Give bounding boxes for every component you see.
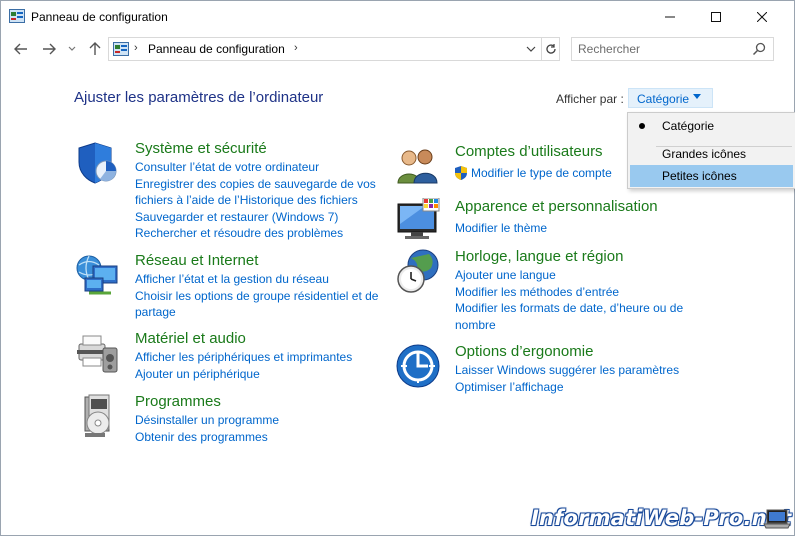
programs-icon[interactable] bbox=[75, 393, 121, 439]
view-by-label: Afficher par : bbox=[556, 92, 624, 106]
search-icon[interactable] bbox=[752, 42, 766, 56]
shield-icon[interactable] bbox=[75, 140, 121, 186]
window-title: Panneau de configuration bbox=[31, 10, 168, 24]
breadcrumb-separator-icon[interactable]: › bbox=[134, 42, 138, 54]
category-link[interactable]: Laisser Windows suggérer les paramètres bbox=[455, 362, 679, 379]
category-link[interactable]: Modifier le type de compte bbox=[471, 166, 612, 180]
category-link[interactable]: Afficher les périphériques et imprimante… bbox=[135, 349, 352, 366]
address-bar[interactable]: › Panneau de configuration › bbox=[108, 37, 560, 61]
category-link[interactable]: Désinstaller un programme bbox=[135, 412, 279, 429]
arrow-right-icon bbox=[43, 43, 56, 55]
category-title[interactable]: Horloge, langue et région bbox=[455, 248, 623, 265]
category-link[interactable]: Enregistrer des copies de sauvegarde de … bbox=[135, 176, 376, 193]
chevron-down-icon bbox=[68, 46, 76, 51]
search-box[interactable] bbox=[571, 37, 774, 61]
category-link[interactable]: Optimiser l’affichage bbox=[455, 379, 679, 396]
maximize-button[interactable] bbox=[693, 1, 739, 32]
menu-item-large-icons[interactable]: Grandes icônes bbox=[630, 143, 793, 165]
category-link-with-shield[interactable]: Modifier le type de compte bbox=[455, 165, 612, 182]
control-panel-icon bbox=[9, 9, 25, 23]
menu-item-small-icons[interactable]: Petites icônes bbox=[630, 165, 793, 187]
chevron-down-icon bbox=[526, 46, 536, 52]
category-title[interactable]: Comptes d’utilisateurs bbox=[455, 143, 603, 160]
users-icon[interactable] bbox=[395, 143, 441, 189]
refresh-button[interactable] bbox=[541, 38, 560, 60]
minimize-icon bbox=[665, 16, 675, 17]
category-title[interactable]: Réseau et Internet bbox=[135, 252, 258, 269]
breadcrumb[interactable]: Panneau de configuration bbox=[148, 42, 285, 56]
category-link[interactable]: Choisir les options de groupe résidentie… bbox=[135, 288, 378, 305]
view-by-menu: Catégorie Grandes icônes Petites icônes bbox=[627, 112, 795, 189]
category-link[interactable]: Ajouter une langue bbox=[455, 267, 683, 284]
category-title[interactable]: Programmes bbox=[135, 393, 221, 410]
ease-of-access-icon[interactable] bbox=[395, 343, 441, 389]
breadcrumb-separator-icon[interactable]: › bbox=[294, 42, 298, 54]
forward-button[interactable] bbox=[39, 39, 59, 59]
address-dropdown-button[interactable] bbox=[523, 41, 539, 57]
refresh-icon bbox=[546, 44, 556, 54]
category-link[interactable]: Rechercher et résoudre des problèmes bbox=[135, 225, 376, 242]
category-link[interactable]: Modifier les méthodes d’entrée bbox=[455, 284, 683, 301]
close-icon bbox=[757, 11, 767, 22]
category-title[interactable]: Apparence et personnalisation bbox=[455, 198, 658, 215]
close-button[interactable] bbox=[739, 1, 785, 32]
monitor-icon[interactable] bbox=[395, 198, 441, 244]
title-bar: Panneau de configuration bbox=[1, 1, 794, 32]
category-link[interactable]: Ajouter un périphérique bbox=[135, 366, 352, 383]
page-title: Ajuster les paramètres de l’ordinateur bbox=[74, 89, 324, 106]
clock-globe-icon[interactable] bbox=[395, 248, 441, 294]
category-link[interactable]: nombre bbox=[455, 317, 683, 334]
category-link[interactable]: Obtenir des programmes bbox=[135, 429, 279, 446]
category-title[interactable]: Options d’ergonomie bbox=[455, 343, 593, 360]
category-link[interactable]: Modifier les formats de date, d’heure ou… bbox=[455, 300, 683, 317]
category-link[interactable]: partage bbox=[135, 304, 378, 321]
category-link[interactable]: Afficher l’état et la gestion du réseau bbox=[135, 271, 378, 288]
category-link[interactable]: Sauvegarder et restaurer (Windows 7) bbox=[135, 209, 376, 226]
back-button[interactable] bbox=[11, 39, 31, 59]
menu-item-category[interactable]: Catégorie bbox=[630, 115, 793, 137]
category-link[interactable]: fichiers à l’aide de l’Historique des fi… bbox=[135, 192, 376, 209]
category-link[interactable]: Modifier le thème bbox=[455, 220, 547, 237]
category-title[interactable]: Matériel et audio bbox=[135, 330, 246, 347]
uac-shield-icon bbox=[455, 166, 467, 180]
caret-down-icon bbox=[693, 94, 701, 99]
arrow-up-icon bbox=[89, 42, 101, 55]
view-by-value[interactable]: Catégorie bbox=[637, 92, 689, 106]
category-title[interactable]: Système et sécurité bbox=[135, 140, 267, 157]
recent-locations-button[interactable] bbox=[65, 39, 79, 59]
laptop-icon bbox=[763, 509, 791, 529]
maximize-icon bbox=[711, 11, 721, 22]
minimize-button[interactable] bbox=[647, 1, 693, 32]
printer-icon[interactable] bbox=[75, 330, 121, 376]
up-button[interactable] bbox=[85, 39, 105, 59]
watermark: InformatiWeb-Pro.net bbox=[531, 506, 792, 530]
arrow-left-icon bbox=[14, 43, 27, 55]
category-link[interactable]: Consulter l’état de votre ordinateur bbox=[135, 159, 376, 176]
network-icon[interactable] bbox=[75, 252, 121, 298]
view-by-dropdown[interactable]: Catégorie bbox=[628, 88, 713, 108]
bullet-icon bbox=[639, 123, 645, 129]
control-panel-icon bbox=[113, 42, 129, 56]
search-input[interactable] bbox=[578, 41, 748, 57]
